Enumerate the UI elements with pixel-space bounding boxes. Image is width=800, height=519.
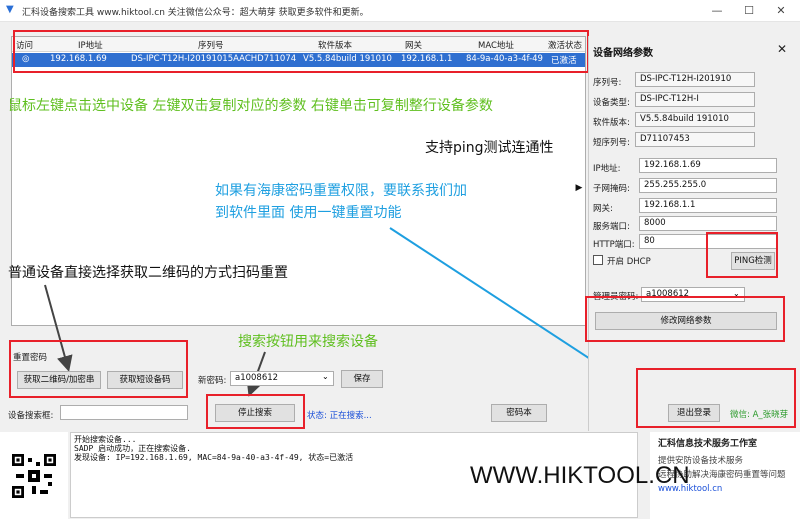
password-book-button[interactable]: 密码本 <box>491 404 547 422</box>
short-serial-label: 短序列号: <box>593 138 630 148</box>
type-label: 设备类型: <box>593 98 630 108</box>
mask-label: 子网掩码: <box>593 184 630 194</box>
version-field[interactable]: V5.5.84build 191010 <box>635 112 755 127</box>
port-label: 服务端口: <box>593 222 630 232</box>
port-field[interactable]: 8000 <box>639 216 777 231</box>
watermark-text: WWW.HIKTOOL.CN <box>470 462 690 489</box>
ip-label: IP地址: <box>593 164 621 174</box>
search-box-label: 设备搜索框: <box>8 411 54 421</box>
ip-field[interactable]: 192.168.1.69 <box>639 158 777 173</box>
search-input[interactable] <box>60 405 188 420</box>
dhcp-checkbox[interactable] <box>593 255 603 265</box>
gateway-label: 网关: <box>593 204 613 214</box>
panel-close-icon[interactable]: ✕ <box>777 42 787 56</box>
qr-code <box>12 454 56 498</box>
save-button[interactable]: 保存 <box>341 370 383 388</box>
ping-highlight-box <box>706 232 778 278</box>
mask-field[interactable]: 255.255.255.0 <box>639 178 777 193</box>
dhcp-label: 开启 DHCP <box>607 257 651 267</box>
http-label: HTTP端口: <box>593 240 635 250</box>
studio-title: 汇科信息技术服务工作室 <box>658 439 758 449</box>
panel-title: 设备网络参数 <box>593 48 653 59</box>
search-highlight-box <box>206 394 305 429</box>
serial-label: 序列号: <box>593 78 622 88</box>
new-pwd-label: 新密码: <box>198 376 227 386</box>
short-serial-field[interactable]: D71107453 <box>635 132 755 147</box>
search-status-text: 状态: 正在搜索... <box>307 411 372 421</box>
logout-highlight-box <box>636 368 796 428</box>
new-pwd-field[interactable]: a1008612 <box>230 371 334 386</box>
new-pwd-chevron-down-icon[interactable]: ⌄ <box>322 372 329 381</box>
serial-field[interactable]: DS-IPC-T12H-I201910 <box>635 72 755 87</box>
gateway-field[interactable]: 192.168.1.1 <box>639 198 777 213</box>
reset-highlight-box <box>9 340 188 398</box>
version-label: 软件版本: <box>593 118 630 128</box>
modify-highlight-box <box>585 296 785 342</box>
type-field[interactable]: DS-IPC-T12H-I <box>635 92 755 107</box>
panel-toggle-arrow[interactable]: ▶ <box>572 183 586 197</box>
